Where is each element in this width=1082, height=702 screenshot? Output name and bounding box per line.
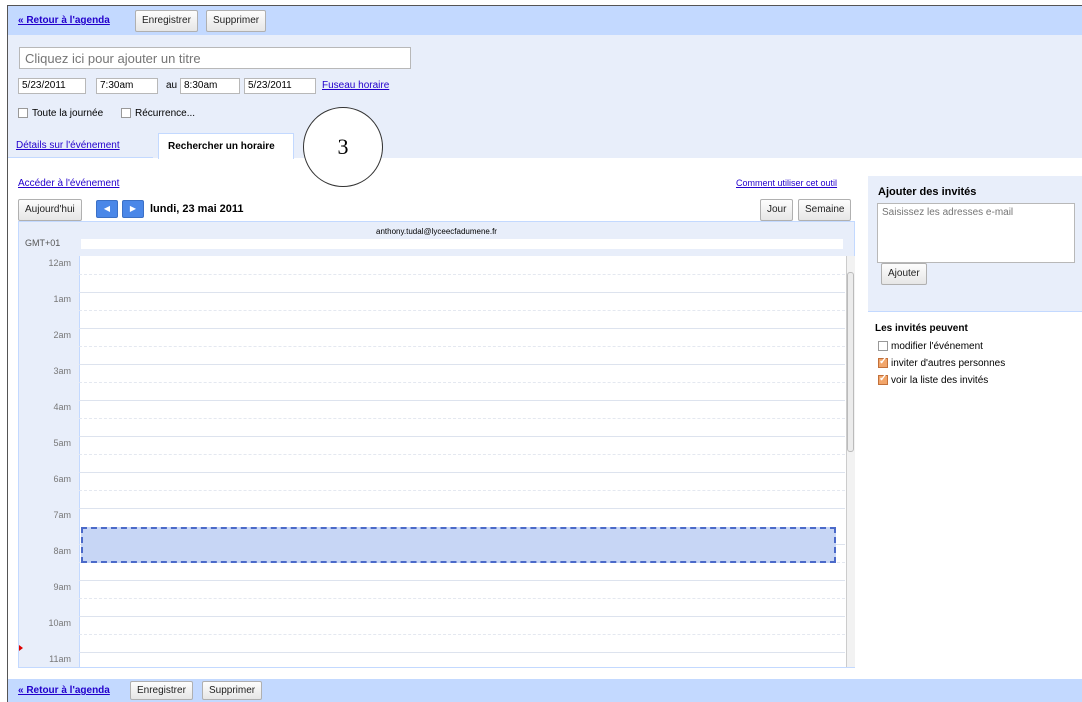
hour-line [79, 292, 845, 293]
hour-label: 7am [53, 510, 71, 520]
attendee-email: anthony.tudal@lyceecfadumene.fr [376, 227, 497, 236]
add-guest-button[interactable]: Ajouter [881, 263, 927, 285]
timezone-label: GMT+01 [25, 238, 61, 248]
see-guest-list-label: voir la liste des invités [891, 375, 989, 386]
half-hour-line [79, 598, 845, 599]
hour-label: 1am [53, 294, 71, 304]
event-title-input[interactable] [19, 47, 411, 69]
save-button-bottom[interactable]: Enregistrer [130, 681, 193, 700]
back-to-calendar-link-bottom[interactable]: « Retour à l'agenda [18, 685, 110, 696]
gutter-divider [79, 256, 80, 667]
half-hour-line [79, 454, 845, 455]
hour-line [79, 400, 845, 401]
hour-line [79, 328, 845, 329]
hour-line [79, 364, 845, 365]
start-date-field[interactable]: 5/23/2011 [18, 78, 86, 94]
week-view-button[interactable]: Semaine [798, 199, 852, 221]
delete-button-bottom[interactable]: Supprimer [202, 681, 263, 700]
half-hour-line [79, 310, 845, 311]
scrollbar-thumb[interactable] [847, 272, 854, 452]
top-toolbar: « Retour à l'agenda Enregistrer Supprime… [8, 6, 1082, 35]
all-day-row[interactable] [81, 239, 843, 249]
recurrence-checkbox[interactable] [121, 108, 131, 118]
event-form: 5/23/2011 7:30am au 8:30am 5/23/2011 Fus… [8, 35, 1082, 159]
half-hour-line [79, 382, 845, 383]
tab-find-time-label: Rechercher un horaire [168, 141, 275, 152]
hour-line [79, 436, 845, 437]
start-time-field[interactable]: 7:30am [96, 78, 158, 94]
hour-line [79, 508, 845, 509]
end-time-field[interactable]: 8:30am [180, 78, 240, 94]
tab-event-details-label: Détails sur l'événement [16, 140, 120, 151]
recurrence-label: Récurrence... [135, 108, 196, 119]
hour-line [79, 652, 845, 653]
invite-others-label: inviter d'autres personnes [891, 358, 1006, 369]
see-guest-list-checkbox[interactable] [878, 373, 888, 385]
all-day-label: Toute la journée [32, 108, 104, 119]
bottom-toolbar: « Retour à l'agenda Enregistrer Supprime… [8, 679, 1082, 702]
today-button[interactable]: Aujourd'hui [18, 199, 82, 221]
to-label: au [166, 80, 178, 91]
half-hour-line [79, 274, 845, 275]
guest-email-input[interactable] [877, 203, 1075, 263]
tab-find-time[interactable]: Rechercher un horaire [158, 133, 294, 159]
current-date-label: lundi, 23 mai 2011 [150, 203, 244, 215]
half-hour-line [79, 346, 845, 347]
day-view-button[interactable]: Jour [760, 199, 794, 221]
event-block[interactable] [81, 527, 836, 563]
modify-event-checkbox[interactable] [878, 341, 888, 351]
guests-separator [868, 311, 1082, 312]
save-button[interactable]: Enregistrer [135, 10, 198, 32]
hour-label: 9am [53, 582, 71, 592]
hour-label: 10am [48, 618, 71, 628]
half-hour-line [79, 634, 845, 635]
hour-label: 12am [48, 258, 71, 268]
go-to-event-link[interactable]: Accéder à l'événement [18, 178, 119, 189]
guest-permissions-title: Les invités peuvent [875, 323, 968, 334]
half-hour-line [79, 418, 845, 419]
grid-header: anthony.tudal@lyceecfadumene.fr GMT+01 [19, 222, 854, 256]
current-time-marker [19, 645, 23, 651]
hour-label: 11am [49, 654, 71, 664]
back-to-calendar-link[interactable]: « Retour à l'agenda [18, 15, 110, 26]
arrow-left-icon[interactable]: ◀ [96, 200, 118, 218]
hour-line [79, 472, 845, 473]
how-to-use-link[interactable]: Comment utiliser cet outil [736, 178, 837, 188]
end-date-field[interactable]: 5/23/2011 [244, 78, 316, 94]
all-day-checkbox[interactable] [18, 108, 28, 118]
arrow-right-icon[interactable]: ▶ [122, 200, 144, 218]
timezone-link[interactable]: Fuseau horaire [322, 80, 389, 91]
hour-line [79, 616, 845, 617]
hour-label: 5am [53, 438, 71, 448]
tab-event-details[interactable]: Détails sur l'événement [8, 133, 153, 158]
modify-event-label: modifier l'événement [891, 341, 983, 352]
hour-label: 2am [53, 330, 71, 340]
step-number-callout: 3 [303, 107, 383, 187]
hour-label: 6am [53, 474, 71, 484]
schedule-grid: anthony.tudal@lyceecfadumene.fr GMT+01 1… [18, 221, 855, 668]
guests-panel: Ajouter des invités Ajouter [868, 176, 1082, 312]
hour-label: 4am [53, 402, 71, 412]
hour-label: 3am [53, 366, 71, 376]
hour-label: 8am [53, 546, 71, 556]
invite-others-checkbox[interactable] [878, 356, 888, 368]
delete-button[interactable]: Supprimer [206, 10, 267, 32]
hour-gutter: 12am 1am 2am 3am 4am 5am 6am 7am 8am 9am… [19, 256, 79, 667]
hour-line [79, 580, 845, 581]
add-guests-title: Ajouter des invités [878, 186, 977, 198]
half-hour-line [79, 490, 845, 491]
